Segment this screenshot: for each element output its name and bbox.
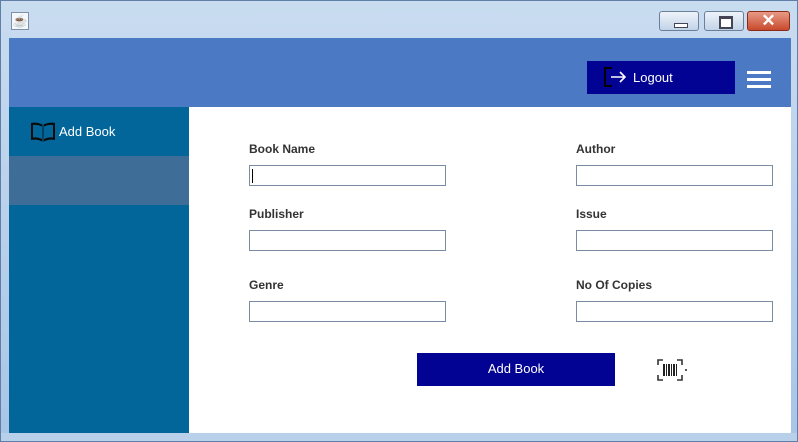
copies-label: No Of Copies <box>576 278 653 292</box>
close-button[interactable]: ✕ <box>747 11 790 31</box>
sidebar-item-add-book[interactable]: Add Book <box>9 107 189 156</box>
barcode-dot <box>685 369 687 371</box>
genre-field[interactable] <box>249 301 446 322</box>
author-label: Author <box>576 142 616 156</box>
text-caret <box>252 169 253 183</box>
author-field[interactable] <box>576 165 773 186</box>
add-book-button[interactable]: Add Book <box>417 353 615 386</box>
logout-label: Logout <box>633 70 673 85</box>
window-bottom-border <box>1 433 797 441</box>
barcode-scan-icon[interactable] <box>657 359 683 381</box>
sidebar: Add Book <box>9 107 189 433</box>
header-bar: Logout <box>9 38 791 107</box>
java-app-icon: ☕ <box>11 12 29 30</box>
logout-icon <box>604 67 627 87</box>
open-book-icon <box>31 122 55 142</box>
close-icon: ✕ <box>761 11 776 30</box>
logout-button[interactable]: Logout <box>587 61 735 94</box>
copies-field[interactable] <box>576 301 773 322</box>
add-book-form: Book Name Author Publisher Issue Genre N… <box>189 107 791 433</box>
publisher-field[interactable] <box>249 230 446 251</box>
issue-label: Issue <box>576 207 607 221</box>
publisher-label: Publisher <box>249 207 304 221</box>
hamburger-menu-icon[interactable] <box>747 71 771 89</box>
book-name-label: Book Name <box>249 142 316 156</box>
maximize-button[interactable] <box>704 11 744 31</box>
genre-label: Genre <box>249 278 284 292</box>
book-name-field[interactable] <box>249 165 446 186</box>
sidebar-item-label: Add Book <box>59 124 116 139</box>
minimize-button[interactable] <box>659 11 699 31</box>
sidebar-item-empty[interactable] <box>9 156 189 205</box>
issue-field[interactable] <box>576 230 773 251</box>
title-bar[interactable]: ☕ ✕ <box>1 1 797 38</box>
app-window: ☕ ✕ Logout Add Book Book Name Author Pub… <box>0 0 798 442</box>
